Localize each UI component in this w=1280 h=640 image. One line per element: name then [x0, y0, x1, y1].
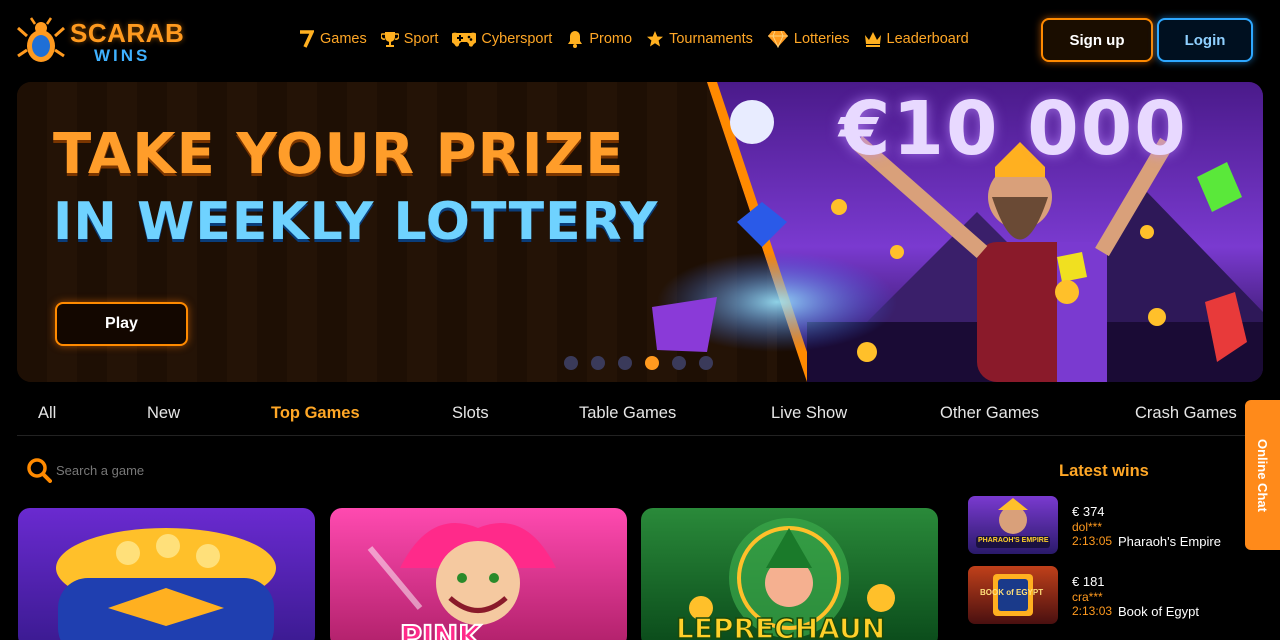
tab-table-games[interactable]: Table Games — [579, 404, 676, 423]
trophy-icon — [380, 29, 400, 49]
game-card[interactable]: LEPRECHAUN — [641, 508, 938, 640]
game-card[interactable] — [18, 508, 315, 640]
online-chat-label: Online Chat — [1255, 438, 1270, 512]
banner-headline-line2: IN WEEKLY LOTTERY — [53, 192, 659, 252]
tab-other-games[interactable]: Other Games — [940, 404, 1039, 423]
nav-leaderboard[interactable]: Leaderboard — [863, 29, 969, 49]
tab-all[interactable]: All — [38, 404, 56, 423]
win-game-name: Book of Egypt — [1118, 604, 1199, 619]
nav-games-label: Games — [320, 31, 367, 47]
login-button[interactable]: Login — [1157, 18, 1253, 62]
win-amount: € 181 — [1072, 574, 1105, 589]
online-chat-button[interactable]: Online Chat — [1245, 400, 1280, 550]
star-icon — [645, 29, 665, 49]
diamond-icon — [766, 29, 790, 49]
win-thumb-text: BOOK of EGYPT — [980, 588, 1044, 597]
win-game-thumbnail: BOOK of EGYPT — [968, 566, 1058, 624]
tab-slots[interactable]: Slots — [452, 404, 489, 423]
search-input[interactable] — [56, 458, 356, 482]
nav-sport[interactable]: Sport — [380, 29, 439, 49]
promo-banner[interactable]: €10 000 TAKE YOUR PRIZE IN WEEKLY LOTTER… — [17, 82, 1263, 382]
logo-text-bottom: WINS — [94, 46, 151, 65]
nav-lotteries-label: Lotteries — [793, 31, 850, 47]
category-tabs: All New Top Games Slots Table Games Live… — [17, 396, 1263, 436]
slide-dot-active[interactable] — [645, 356, 659, 370]
seven-icon — [296, 29, 316, 49]
search-icon[interactable] — [26, 457, 52, 483]
nav-promo-label: Promo — [589, 31, 633, 47]
logo[interactable]: SCARAB WINS — [16, 14, 186, 68]
tab-crash-games[interactable]: Crash Games — [1135, 404, 1237, 423]
win-game-name: Pharaoh's Empire — [1118, 534, 1221, 549]
nav-tournaments-label: Tournaments — [669, 31, 753, 47]
nav-promo[interactable]: Promo — [565, 29, 632, 49]
game-thumbnail — [56, 528, 276, 640]
slide-dot[interactable] — [618, 356, 632, 370]
win-user: dol*** — [1072, 520, 1103, 534]
win-thumb-text: PHARAOH'S EMPIRE — [978, 537, 1049, 544]
main-nav: Games Sport Cybersport Promo Tournaments… — [296, 29, 982, 49]
latest-win-item[interactable]: BOOK of EGYPT € 181 cra*** 2:13:03 Book … — [968, 566, 1238, 626]
nav-sport-label: Sport — [403, 31, 439, 47]
banner-play-button[interactable]: Play — [55, 302, 188, 346]
latest-wins-title: Latest wins — [1059, 462, 1149, 480]
scarab-icon — [17, 17, 65, 62]
game-card[interactable]: PINK — [330, 508, 627, 640]
win-game-thumbnail: PHARAOH'S EMPIRE — [968, 496, 1058, 554]
bell-icon — [565, 29, 585, 49]
win-user: cra*** — [1072, 590, 1103, 604]
nav-leaderboard-label: Leaderboard — [886, 31, 969, 47]
game-title: LEPRECHAUN — [675, 611, 886, 640]
nav-cybersport-label: Cybersport — [481, 31, 553, 47]
banner-headline-line1: TAKE YOUR PRIZE — [53, 122, 625, 187]
latest-win-item[interactable]: PHARAOH'S EMPIRE € 374 dol*** 2:13:05 Ph… — [968, 496, 1238, 556]
tab-live-show[interactable]: Live Show — [771, 404, 847, 423]
win-amount: € 374 — [1072, 504, 1105, 519]
slide-dot[interactable] — [591, 356, 605, 370]
banner-slide-dots — [564, 356, 713, 370]
win-time: 2:13:03 — [1072, 604, 1113, 618]
logo-text-top: SCARAB — [70, 18, 185, 48]
nav-games[interactable]: Games — [296, 29, 367, 49]
banner-prize-amount: €10 000 — [839, 86, 1188, 172]
tab-new[interactable]: New — [147, 404, 180, 423]
slide-dot[interactable] — [672, 356, 686, 370]
slide-dot[interactable] — [699, 356, 713, 370]
nav-tournaments[interactable]: Tournaments — [645, 29, 753, 49]
nav-cybersport[interactable]: Cybersport — [451, 29, 552, 49]
nav-lotteries[interactable]: Lotteries — [766, 29, 850, 49]
signup-button[interactable]: Sign up — [1041, 18, 1153, 62]
crown-icon — [863, 29, 883, 49]
slide-dot[interactable] — [564, 356, 578, 370]
game-title: PINK — [399, 619, 483, 640]
header: SCARAB WINS Games Sport Cybersport Promo… — [0, 0, 1280, 82]
tab-top-games[interactable]: Top Games — [271, 404, 360, 423]
gamepad-icon — [451, 29, 477, 49]
win-time: 2:13:05 — [1072, 534, 1113, 548]
